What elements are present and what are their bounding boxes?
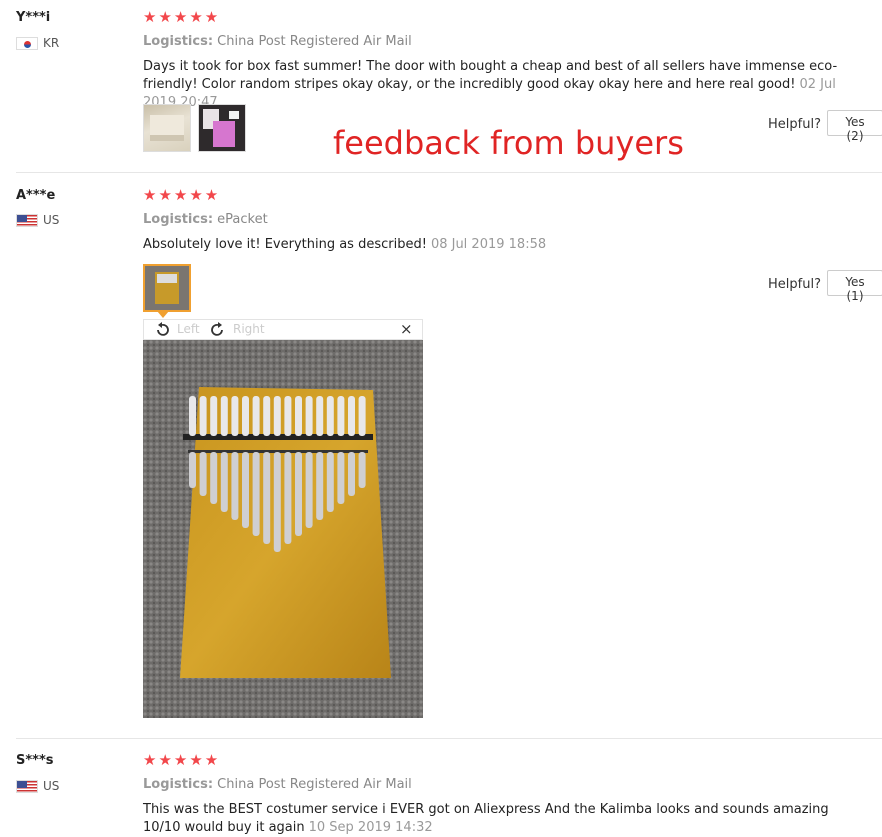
- tine: [252, 452, 260, 536]
- helpful-yes-button[interactable]: Yes (2): [827, 110, 882, 143]
- review-body: Absolutely love it! Everything as descri…: [143, 237, 427, 252]
- logistics-value: China Post Registered Air Mail: [217, 777, 412, 792]
- us-flag-icon: [16, 213, 38, 227]
- logistics-info: Logistics: China Post Registered Air Mai…: [143, 34, 412, 49]
- star-rating: ★★★★★: [143, 8, 221, 26]
- tine: [326, 452, 334, 512]
- enlarged-review-photo: [143, 340, 423, 718]
- tine: [284, 452, 292, 544]
- tine-top: [295, 396, 302, 436]
- logistics-value: China Post Registered Air Mail: [217, 34, 412, 49]
- helpful-label: Helpful?: [768, 117, 821, 132]
- tine-top: [316, 396, 324, 436]
- review-date: 08 Jul 2019 18:58: [430, 237, 547, 252]
- selected-pointer-icon: [157, 311, 169, 318]
- image-viewer-toolbar: Left Right ×: [143, 319, 423, 340]
- tine-top: [231, 396, 239, 436]
- country-code: US: [43, 779, 60, 793]
- review-text: Days it took for box fast summer! The do…: [143, 58, 863, 112]
- tine: [242, 452, 249, 528]
- tine-top: [326, 396, 334, 436]
- photo-box-image: [150, 115, 184, 141]
- tine-top: [210, 396, 218, 436]
- tine-top: [284, 396, 292, 436]
- logistics-info: Logistics: China Post Registered Air Mai…: [143, 777, 412, 792]
- helpful-yes-button[interactable]: Yes (1): [827, 270, 882, 303]
- logistics-label: Logistics:: [143, 34, 214, 49]
- tine-top: [273, 396, 281, 436]
- logistics-label: Logistics:: [143, 777, 214, 792]
- helpful-label: Helpful?: [768, 277, 821, 292]
- tine-top: [199, 396, 207, 436]
- tine: [337, 452, 345, 504]
- tine-top: [189, 396, 196, 436]
- tine: [231, 452, 239, 520]
- review-text: This was the BEST costumer service i EVE…: [143, 801, 863, 837]
- tine-top: [305, 396, 313, 436]
- photo-kalimba-image: [155, 272, 179, 304]
- review-divider: [16, 172, 882, 173]
- reviewer-name: S***s: [16, 753, 54, 768]
- review-photo-thumbnail[interactable]: [198, 104, 246, 152]
- rotate-right-icon[interactable]: [210, 322, 226, 338]
- rotate-left-button[interactable]: Left: [177, 322, 200, 336]
- tine-top: [358, 396, 366, 436]
- tine: [263, 452, 271, 544]
- tine: [358, 452, 366, 488]
- logistics-value: ePacket: [217, 212, 268, 227]
- rotate-left-icon[interactable]: [154, 322, 170, 338]
- tine-top: [242, 396, 249, 436]
- tine-top: [252, 396, 260, 436]
- tine: [273, 452, 281, 552]
- rotate-right-button[interactable]: Right: [233, 322, 265, 336]
- review-body: Days it took for box fast summer! The do…: [143, 59, 838, 92]
- tine-top: [263, 396, 271, 436]
- reviewer-name: Y***i: [16, 10, 51, 25]
- close-viewer-button[interactable]: ×: [400, 320, 413, 338]
- tine: [189, 452, 196, 488]
- reviewer-name: A***e: [16, 188, 56, 203]
- reviewer-country: KR: [16, 36, 59, 50]
- tine: [305, 452, 313, 528]
- logistics-label: Logistics:: [143, 212, 214, 227]
- us-flag-icon: [16, 779, 38, 793]
- photo-kalimba-image: [203, 109, 239, 147]
- review-photo-thumbnail[interactable]: [143, 104, 191, 152]
- review-date: 10 Sep 2019 14:32: [308, 820, 433, 835]
- star-rating: ★★★★★: [143, 186, 221, 204]
- tine: [295, 452, 302, 536]
- logistics-info: Logistics: ePacket: [143, 212, 268, 227]
- review-photo-thumbnail-selected[interactable]: [143, 264, 191, 312]
- tine: [316, 452, 324, 520]
- tine: [199, 452, 207, 496]
- tine: [348, 452, 355, 496]
- review-body: This was the BEST costumer service i EVE…: [143, 802, 829, 835]
- tine: [210, 452, 218, 504]
- country-code: US: [43, 213, 60, 227]
- tine-top: [348, 396, 355, 436]
- tine-top: [337, 396, 345, 436]
- tine: [220, 452, 228, 512]
- reviewer-country: US: [16, 779, 59, 793]
- kr-flag-icon: [16, 36, 38, 50]
- review-text: Absolutely love it! Everything as descri…: [143, 236, 863, 254]
- star-rating: ★★★★★: [143, 751, 221, 769]
- feedback-banner: feedback from buyers: [333, 124, 684, 162]
- country-code: KR: [43, 36, 60, 50]
- reviewer-country: US: [16, 213, 59, 227]
- tine-top: [220, 396, 228, 436]
- review-divider: [16, 738, 882, 739]
